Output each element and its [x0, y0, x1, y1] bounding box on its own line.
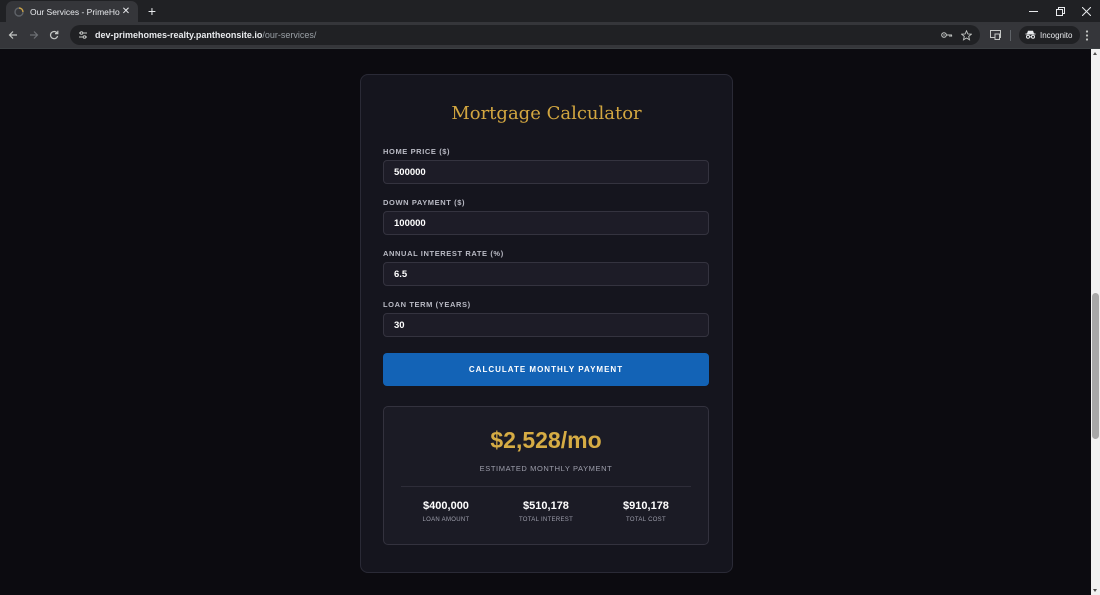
scroll-down-icon[interactable] [1093, 589, 1097, 592]
url-host: dev-primehomes-realty.pantheonsite.io [95, 30, 263, 40]
monthly-payment-label: ESTIMATED MONTHLY PAYMENT [479, 464, 613, 473]
loan-term-label: LOAN TERM (YEARS) [383, 300, 471, 309]
total-interest-label: TOTAL INTEREST [518, 517, 574, 523]
loan-term-input[interactable] [383, 313, 709, 337]
page-scrollbar[interactable] [1091, 49, 1100, 595]
result-panel: $2,528/mo ESTIMATED MONTHLY PAYMENT $400… [383, 406, 709, 545]
tab-title: Our Services - PrimeHomes Realty [30, 6, 120, 17]
incognito-label: Incognito [1040, 30, 1073, 40]
calculator-title: Mortgage Calculator [451, 103, 642, 124]
total-interest-stat: $510,178 TOTAL INTEREST [501, 500, 591, 523]
minimize-icon[interactable] [1020, 0, 1046, 22]
total-interest-value: $510,178 [523, 500, 569, 512]
scroll-up-icon[interactable] [1093, 52, 1097, 55]
url-text: dev-primehomes-realty.pantheonsite.io/ou… [95, 30, 316, 40]
new-tab-icon[interactable]: + [145, 3, 159, 19]
loan-amount-stat: $400,000 LOAN AMOUNT [401, 500, 491, 523]
interest-rate-input[interactable] [383, 262, 709, 286]
page-viewport: Mortgage Calculator HOME PRICE ($) DOWN … [0, 49, 1091, 595]
loan-amount-label: LOAN AMOUNT [422, 517, 470, 523]
total-cost-label: TOTAL COST [626, 517, 666, 523]
tab-close-icon[interactable]: ✕ [120, 6, 132, 17]
forward-icon[interactable] [26, 27, 42, 43]
browser-toolbar: dev-primehomes-realty.pantheonsite.io/ou… [0, 22, 1100, 48]
incognito-icon [1025, 26, 1036, 44]
browser-tabstrip: Our Services - PrimeHomes Realty ✕ + [0, 0, 1100, 22]
url-path: /our-services/ [262, 30, 317, 40]
bookmark-star-icon[interactable] [959, 28, 973, 42]
home-price-input[interactable] [383, 160, 709, 184]
toolbar-divider [1010, 30, 1011, 41]
back-icon[interactable] [5, 27, 21, 43]
address-bar[interactable]: dev-primehomes-realty.pantheonsite.io/ou… [70, 25, 980, 45]
scrollbar-thumb[interactable] [1092, 293, 1099, 439]
total-cost-stat: $910,178 TOTAL COST [601, 500, 691, 523]
browser-tab-active[interactable]: Our Services - PrimeHomes Realty ✕ [6, 1, 138, 22]
browser-menu-icon[interactable] [1079, 27, 1095, 43]
interest-rate-label: ANNUAL INTEREST RATE (%) [383, 249, 504, 258]
password-key-icon[interactable] [940, 28, 954, 42]
loading-favicon-icon [14, 6, 24, 17]
loan-amount-value: $400,000 [423, 500, 469, 512]
total-cost-value: $910,178 [623, 500, 669, 512]
result-divider [401, 486, 691, 487]
cast-media-icon[interactable] [987, 27, 1003, 43]
down-payment-input[interactable] [383, 211, 709, 235]
down-payment-label: DOWN PAYMENT ($) [383, 198, 466, 207]
mortgage-calculator-card: Mortgage Calculator HOME PRICE ($) DOWN … [360, 74, 733, 573]
monthly-payment-value: $2,528/mo [490, 427, 602, 453]
calculate-button[interactable]: CALCULATE MONTHLY PAYMENT [383, 353, 709, 386]
incognito-badge[interactable]: Incognito [1019, 26, 1081, 44]
close-window-icon[interactable] [1073, 0, 1099, 22]
reload-icon[interactable] [46, 27, 62, 43]
restore-icon[interactable] [1047, 0, 1073, 22]
home-price-label: HOME PRICE ($) [383, 147, 451, 156]
site-settings-icon[interactable] [76, 28, 90, 42]
